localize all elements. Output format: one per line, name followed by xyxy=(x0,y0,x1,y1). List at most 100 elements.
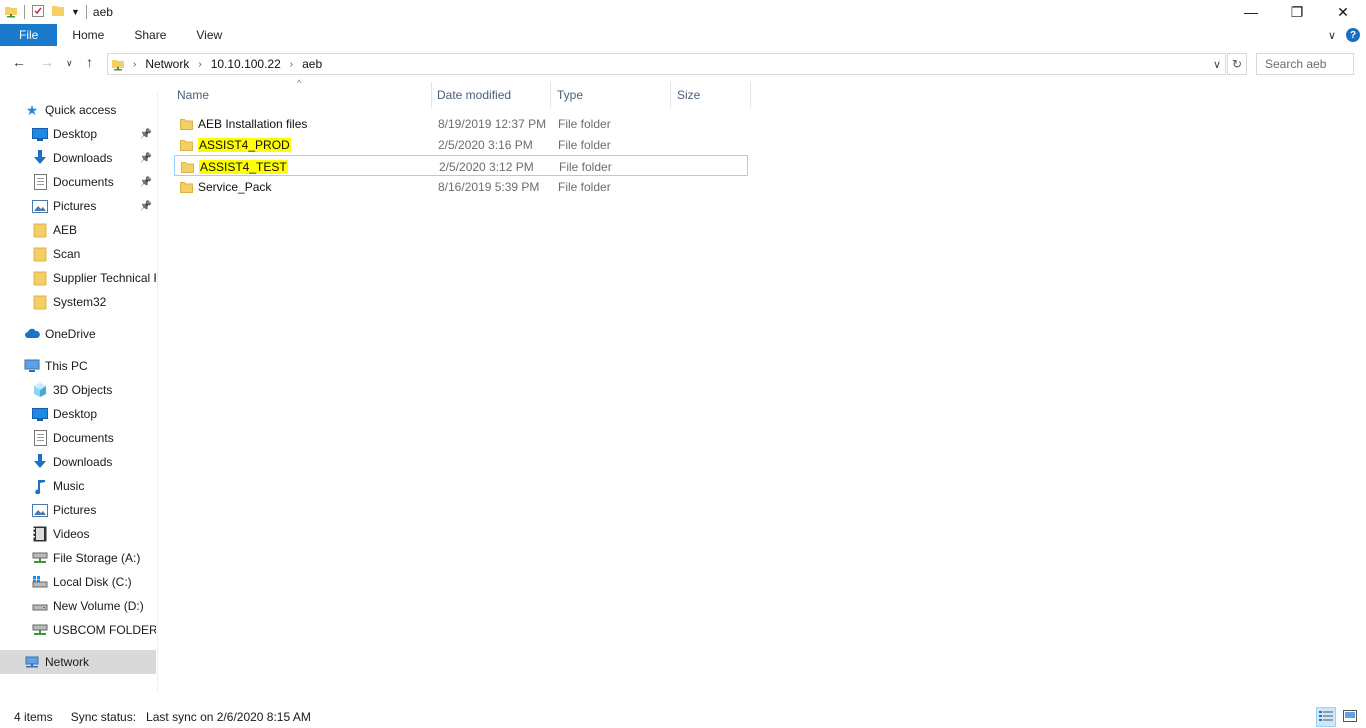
breadcrumb-host[interactable]: 10.10.100.22 xyxy=(211,57,281,71)
refresh-icon: ↻ xyxy=(1231,57,1243,71)
sidebar-item-music[interactable]: Music xyxy=(0,474,156,498)
sidebar-item-supplier-technical-f[interactable]: Supplier Technical F xyxy=(0,266,156,290)
file-type: File folder xyxy=(558,179,611,194)
sidebar-item-desktop[interactable]: Desktop 📌 xyxy=(0,122,156,146)
toolbar-separator xyxy=(24,5,25,19)
new-folder-icon[interactable] xyxy=(51,4,65,21)
star-icon: ★ xyxy=(25,101,39,118)
navigation-pane: ★ Quick access OneDrive This PC Network … xyxy=(0,92,158,692)
file-row[interactable]: ASSIST4_TEST 2/5/2020 3:12 PM File folder xyxy=(174,155,748,176)
sidebar-item-3d-objects[interactable]: 3D Objects xyxy=(0,378,156,402)
file-row[interactable]: AEB Installation files 8/19/2019 12:37 PM… xyxy=(174,113,748,134)
breadcrumb-separator[interactable]: › xyxy=(290,59,293,70)
breadcrumb-separator[interactable]: › xyxy=(198,59,201,70)
nav-quick-access[interactable]: ★ Quick access xyxy=(0,98,156,122)
pictures-icon xyxy=(32,198,48,214)
sidebar-item-documents[interactable]: Documents xyxy=(0,426,156,450)
sidebar-item-pictures[interactable]: Pictures 📌 xyxy=(0,194,156,218)
column-header-size[interactable]: Size xyxy=(673,82,751,108)
documents-icon xyxy=(32,430,48,446)
sidebar-item-aeb[interactable]: AEB xyxy=(0,218,156,242)
sidebar-item-label: Desktop xyxy=(53,407,98,421)
help-icon[interactable]: ? xyxy=(1346,28,1360,42)
sidebar-item-documents[interactable]: Documents 📌 xyxy=(0,170,156,194)
tab-file[interactable]: File xyxy=(0,24,58,46)
sidebar-item-label: Downloads xyxy=(53,455,113,469)
expand-ribbon-icon[interactable]: ∨ xyxy=(1328,29,1336,42)
file-row[interactable]: ASSIST4_PROD 2/5/2020 3:16 PM File folder xyxy=(174,134,748,155)
sidebar-item-label: Documents xyxy=(53,431,114,445)
sync-status: Sync status: Last sync on 2/6/2020 8:15 … xyxy=(70,710,311,724)
pin-icon[interactable]: 📌 xyxy=(140,129,152,140)
search-input[interactable]: Search aeb xyxy=(1256,53,1354,75)
file-name-cell: Service_Pack xyxy=(180,176,271,197)
sidebar-item-downloads[interactable]: Downloads 📌 xyxy=(0,146,156,170)
network-location-icon xyxy=(111,57,125,71)
close-button[interactable]: ✕ xyxy=(1320,0,1366,24)
details-view-icon xyxy=(1319,710,1333,725)
downloads-icon xyxy=(32,454,48,470)
details-view-button[interactable] xyxy=(1316,707,1336,727)
large-icons-view-button[interactable] xyxy=(1340,707,1360,727)
recent-locations-icon[interactable]: ∨ xyxy=(66,58,73,69)
sidebar-item-pictures[interactable]: Pictures xyxy=(0,498,156,522)
sidebar-item-desktop[interactable]: Desktop xyxy=(0,402,156,426)
quick-access-toolbar: ▼ xyxy=(0,0,87,24)
sidebar-item-downloads[interactable]: Downloads xyxy=(0,450,156,474)
view-toggle xyxy=(1316,707,1360,727)
tab-view[interactable]: View xyxy=(181,24,237,46)
sidebar-item-local-disk-c[interactable]: Local Disk (C:) xyxy=(0,570,156,594)
pin-icon[interactable]: 📌 xyxy=(140,201,152,212)
forward-icon[interactable]: → xyxy=(40,54,54,70)
maximize-button[interactable]: ❐ xyxy=(1274,0,1320,24)
up-icon[interactable]: ↑ xyxy=(86,54,93,70)
address-bar[interactable]: › Network › 10.10.100.22 › aeb ∨ xyxy=(107,53,1226,75)
pin-icon[interactable]: 📌 xyxy=(140,177,152,188)
column-header-date[interactable]: Date modified xyxy=(433,82,551,108)
sidebar-item-file-storage-a[interactable]: File Storage (A:) xyxy=(0,546,156,570)
sidebar-item-label: AEB xyxy=(53,223,78,237)
tab-home[interactable]: Home xyxy=(57,24,119,46)
pin-icon[interactable]: 📌 xyxy=(140,153,152,164)
breadcrumb-folder[interactable]: aeb xyxy=(302,57,322,71)
large-icons-view-icon xyxy=(1343,709,1357,725)
network-folder-icon xyxy=(4,4,18,21)
address-dropdown-icon[interactable]: ∨ xyxy=(1213,58,1221,71)
folder-icon xyxy=(180,181,198,193)
sidebar-item-new-volume-d[interactable]: New Volume (D:) xyxy=(0,594,156,618)
back-icon[interactable]: ← xyxy=(12,54,26,70)
downloads-icon xyxy=(32,150,48,166)
desktop-icon xyxy=(32,406,48,422)
refresh-button[interactable]: ↻ xyxy=(1227,53,1247,75)
nav-onedrive[interactable]: OneDrive xyxy=(0,322,156,346)
sidebar-item-videos[interactable]: Videos xyxy=(0,522,156,546)
tab-share[interactable]: Share xyxy=(119,24,181,46)
local-disk-icon xyxy=(32,574,48,590)
item-count: 4 items xyxy=(14,710,53,724)
nav-label: Quick access xyxy=(45,103,117,117)
folder-icon xyxy=(180,118,198,130)
folder-icon xyxy=(32,294,48,310)
breadcrumb-network[interactable]: Network xyxy=(145,57,189,71)
sidebar-item-system32[interactable]: System32 xyxy=(0,290,156,314)
properties-icon[interactable] xyxy=(31,4,45,21)
folder-icon xyxy=(181,161,199,173)
customize-toolbar-icon[interactable]: ▼ xyxy=(71,7,80,17)
sidebar-item-usbcom-folder[interactable]: USBCOM FOLDER (\ xyxy=(0,618,156,642)
sidebar-item-label: New Volume (D:) xyxy=(53,599,144,613)
breadcrumb-separator[interactable]: › xyxy=(133,59,136,70)
sidebar-item-scan[interactable]: Scan xyxy=(0,242,156,266)
file-type: File folder xyxy=(558,137,611,152)
column-header-type[interactable]: Type xyxy=(553,82,671,108)
window-title: aeb xyxy=(92,5,113,19)
nav-this-pc[interactable]: This PC xyxy=(0,354,156,378)
file-type: File folder xyxy=(559,159,612,174)
nav-network[interactable]: Network xyxy=(0,650,156,674)
drive-icon xyxy=(32,598,48,614)
file-row[interactable]: Service_Pack 8/16/2019 5:39 PM File folder xyxy=(174,176,748,197)
minimize-button[interactable]: — xyxy=(1228,0,1274,24)
column-header-name[interactable]: Name xyxy=(173,82,432,108)
network-icon xyxy=(24,654,40,670)
file-name: AEB Installation files xyxy=(198,116,308,131)
pictures-icon xyxy=(32,502,48,518)
